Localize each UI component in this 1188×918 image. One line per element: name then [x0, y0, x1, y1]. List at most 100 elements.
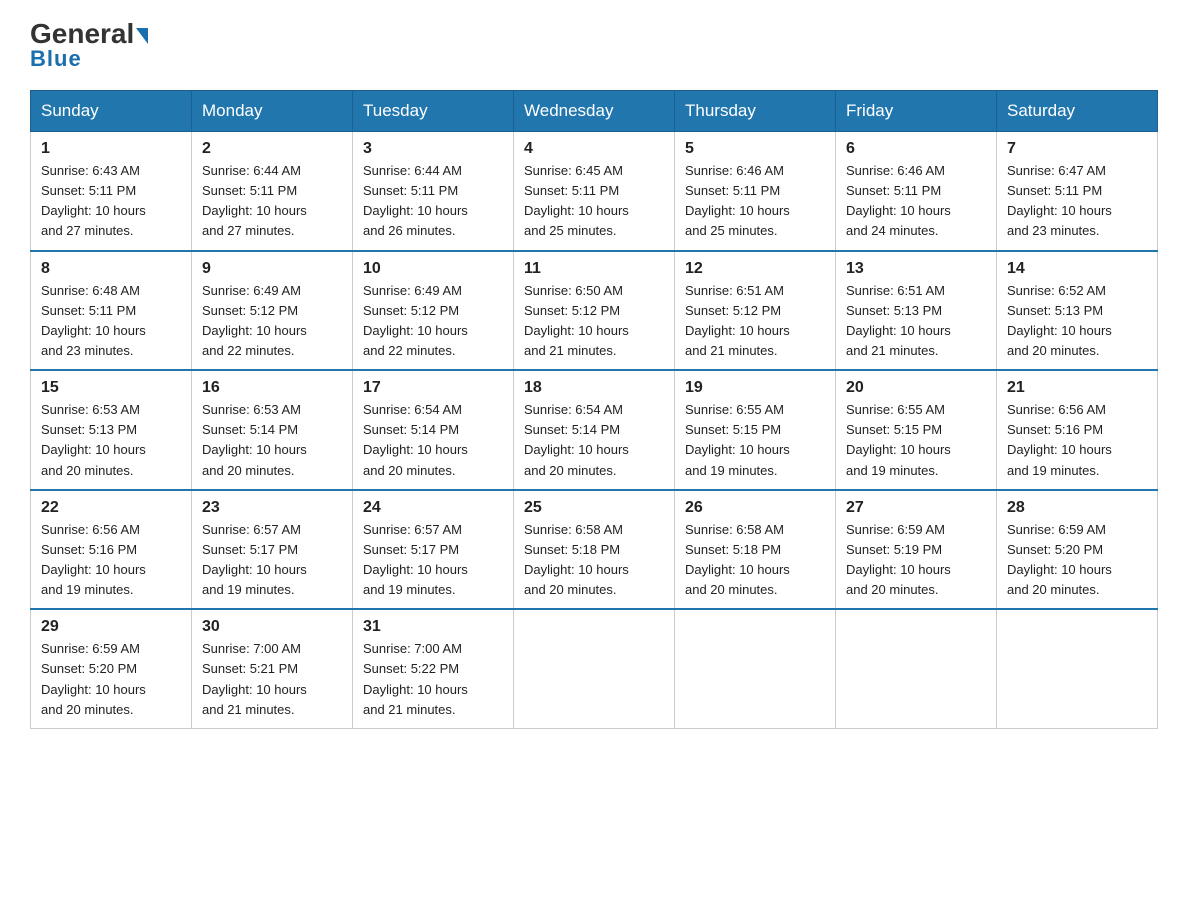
day-info: Sunrise: 6:58 AMSunset: 5:18 PMDaylight:…: [524, 520, 664, 601]
day-number: 21: [1007, 379, 1147, 397]
day-info: Sunrise: 6:46 AMSunset: 5:11 PMDaylight:…: [846, 161, 986, 242]
day-info: Sunrise: 6:47 AMSunset: 5:11 PMDaylight:…: [1007, 161, 1147, 242]
day-info: Sunrise: 6:56 AMSunset: 5:16 PMDaylight:…: [1007, 400, 1147, 481]
day-info: Sunrise: 6:49 AMSunset: 5:12 PMDaylight:…: [363, 281, 503, 362]
day-info: Sunrise: 6:57 AMSunset: 5:17 PMDaylight:…: [363, 520, 503, 601]
calendar-cell: 22 Sunrise: 6:56 AMSunset: 5:16 PMDayligh…: [31, 490, 192, 610]
day-number: 31: [363, 618, 503, 636]
day-number: 10: [363, 260, 503, 278]
day-number: 30: [202, 618, 342, 636]
calendar-cell: 23 Sunrise: 6:57 AMSunset: 5:17 PMDayligh…: [192, 490, 353, 610]
calendar-week-row: 29 Sunrise: 6:59 AMSunset: 5:20 PMDayligh…: [31, 609, 1158, 728]
calendar-cell: [675, 609, 836, 728]
calendar-cell: 12 Sunrise: 6:51 AMSunset: 5:12 PMDayligh…: [675, 251, 836, 371]
calendar-cell: 26Sunrise: 6:58 AMSunset: 5:18 PMDayligh…: [675, 490, 836, 610]
day-number: 3: [363, 140, 503, 158]
day-info: Sunrise: 7:00 AMSunset: 5:21 PMDaylight:…: [202, 639, 342, 720]
day-info: Sunrise: 6:59 AMSunset: 5:20 PMDaylight:…: [1007, 520, 1147, 601]
day-number: 16: [202, 379, 342, 397]
calendar-cell: 11Sunrise: 6:50 AMSunset: 5:12 PMDayligh…: [514, 251, 675, 371]
day-number: 4: [524, 140, 664, 158]
day-info: Sunrise: 6:51 AMSunset: 5:13 PMDaylight:…: [846, 281, 986, 362]
day-number: 20: [846, 379, 986, 397]
day-number: 15: [41, 379, 181, 397]
calendar-cell: 1Sunrise: 6:43 AMSunset: 5:11 PMDaylight…: [31, 132, 192, 251]
calendar-cell: 8Sunrise: 6:48 AMSunset: 5:11 PMDaylight…: [31, 251, 192, 371]
calendar-cell: 7 Sunrise: 6:47 AMSunset: 5:11 PMDaylight…: [997, 132, 1158, 251]
day-number: 17: [363, 379, 503, 397]
day-number: 5: [685, 140, 825, 158]
calendar-week-row: 15 Sunrise: 6:53 AMSunset: 5:13 PMDayligh…: [31, 370, 1158, 490]
weekday-header-tuesday: Tuesday: [353, 91, 514, 132]
calendar-cell: 31 Sunrise: 7:00 AMSunset: 5:22 PMDayligh…: [353, 609, 514, 728]
day-number: 7: [1007, 140, 1147, 158]
calendar-cell: 16 Sunrise: 6:53 AMSunset: 5:14 PMDayligh…: [192, 370, 353, 490]
day-number: 25: [524, 499, 664, 517]
weekday-header-wednesday: Wednesday: [514, 91, 675, 132]
calendar-cell: [997, 609, 1158, 728]
logo-text: General: [30, 20, 148, 48]
day-info: Sunrise: 6:51 AMSunset: 5:12 PMDaylight:…: [685, 281, 825, 362]
day-info: Sunrise: 6:54 AMSunset: 5:14 PMDaylight:…: [363, 400, 503, 481]
calendar-cell: 28 Sunrise: 6:59 AMSunset: 5:20 PMDayligh…: [997, 490, 1158, 610]
day-number: 28: [1007, 499, 1147, 517]
calendar-cell: 21 Sunrise: 6:56 AMSunset: 5:16 PMDayligh…: [997, 370, 1158, 490]
calendar-cell: 20 Sunrise: 6:55 AMSunset: 5:15 PMDayligh…: [836, 370, 997, 490]
calendar-cell: 13 Sunrise: 6:51 AMSunset: 5:13 PMDayligh…: [836, 251, 997, 371]
calendar-cell: 15 Sunrise: 6:53 AMSunset: 5:13 PMDayligh…: [31, 370, 192, 490]
weekday-header-monday: Monday: [192, 91, 353, 132]
weekday-header-saturday: Saturday: [997, 91, 1158, 132]
calendar-cell: 3 Sunrise: 6:44 AMSunset: 5:11 PMDaylight…: [353, 132, 514, 251]
day-info: Sunrise: 6:53 AMSunset: 5:14 PMDaylight:…: [202, 400, 342, 481]
day-info: Sunrise: 6:43 AMSunset: 5:11 PMDaylight:…: [41, 161, 181, 242]
day-number: 23: [202, 499, 342, 517]
day-number: 12: [685, 260, 825, 278]
calendar-cell: 18 Sunrise: 6:54 AMSunset: 5:14 PMDayligh…: [514, 370, 675, 490]
calendar-cell: 24 Sunrise: 6:57 AMSunset: 5:17 PMDayligh…: [353, 490, 514, 610]
calendar-cell: 30 Sunrise: 7:00 AMSunset: 5:21 PMDayligh…: [192, 609, 353, 728]
day-number: 22: [41, 499, 181, 517]
calendar-cell: 14Sunrise: 6:52 AMSunset: 5:13 PMDayligh…: [997, 251, 1158, 371]
calendar-week-row: 8Sunrise: 6:48 AMSunset: 5:11 PMDaylight…: [31, 251, 1158, 371]
day-info: Sunrise: 6:54 AMSunset: 5:14 PMDaylight:…: [524, 400, 664, 481]
day-info: Sunrise: 6:57 AMSunset: 5:17 PMDaylight:…: [202, 520, 342, 601]
calendar-cell: 19 Sunrise: 6:55 AMSunset: 5:15 PMDayligh…: [675, 370, 836, 490]
day-number: 29: [41, 618, 181, 636]
calendar-week-row: 22 Sunrise: 6:56 AMSunset: 5:16 PMDayligh…: [31, 490, 1158, 610]
day-number: 11: [524, 260, 664, 278]
calendar-cell: 2 Sunrise: 6:44 AMSunset: 5:11 PMDaylight…: [192, 132, 353, 251]
day-info: Sunrise: 6:56 AMSunset: 5:16 PMDaylight:…: [41, 520, 181, 601]
day-info: Sunrise: 6:44 AMSunset: 5:11 PMDaylight:…: [363, 161, 503, 242]
day-info: Sunrise: 6:55 AMSunset: 5:15 PMDaylight:…: [685, 400, 825, 481]
calendar-cell: [514, 609, 675, 728]
day-number: 9: [202, 260, 342, 278]
day-number: 27: [846, 499, 986, 517]
day-number: 19: [685, 379, 825, 397]
day-info: Sunrise: 7:00 AMSunset: 5:22 PMDaylight:…: [363, 639, 503, 720]
page-header: General Blue: [30, 20, 1158, 72]
day-info: Sunrise: 6:59 AMSunset: 5:20 PMDaylight:…: [41, 639, 181, 720]
calendar-cell: 29 Sunrise: 6:59 AMSunset: 5:20 PMDayligh…: [31, 609, 192, 728]
day-info: Sunrise: 6:49 AMSunset: 5:12 PMDaylight:…: [202, 281, 342, 362]
day-number: 26: [685, 499, 825, 517]
calendar-cell: 9 Sunrise: 6:49 AMSunset: 5:12 PMDaylight…: [192, 251, 353, 371]
calendar-cell: 17 Sunrise: 6:54 AMSunset: 5:14 PMDayligh…: [353, 370, 514, 490]
day-info: Sunrise: 6:44 AMSunset: 5:11 PMDaylight:…: [202, 161, 342, 242]
day-number: 24: [363, 499, 503, 517]
weekday-header-row: SundayMondayTuesdayWednesdayThursdayFrid…: [31, 91, 1158, 132]
day-info: Sunrise: 6:55 AMSunset: 5:15 PMDaylight:…: [846, 400, 986, 481]
day-number: 18: [524, 379, 664, 397]
calendar-cell: 25 Sunrise: 6:58 AMSunset: 5:18 PMDayligh…: [514, 490, 675, 610]
day-number: 2: [202, 140, 342, 158]
day-number: 13: [846, 260, 986, 278]
weekday-header-friday: Friday: [836, 91, 997, 132]
calendar-cell: [836, 609, 997, 728]
logo: General Blue: [30, 20, 148, 72]
calendar-cell: 10 Sunrise: 6:49 AMSunset: 5:12 PMDayligh…: [353, 251, 514, 371]
day-info: Sunrise: 6:59 AMSunset: 5:19 PMDaylight:…: [846, 520, 986, 601]
day-info: Sunrise: 6:45 AMSunset: 5:11 PMDaylight:…: [524, 161, 664, 242]
day-info: Sunrise: 6:53 AMSunset: 5:13 PMDaylight:…: [41, 400, 181, 481]
day-number: 8: [41, 260, 181, 278]
weekday-header-thursday: Thursday: [675, 91, 836, 132]
day-info: Sunrise: 6:46 AMSunset: 5:11 PMDaylight:…: [685, 161, 825, 242]
